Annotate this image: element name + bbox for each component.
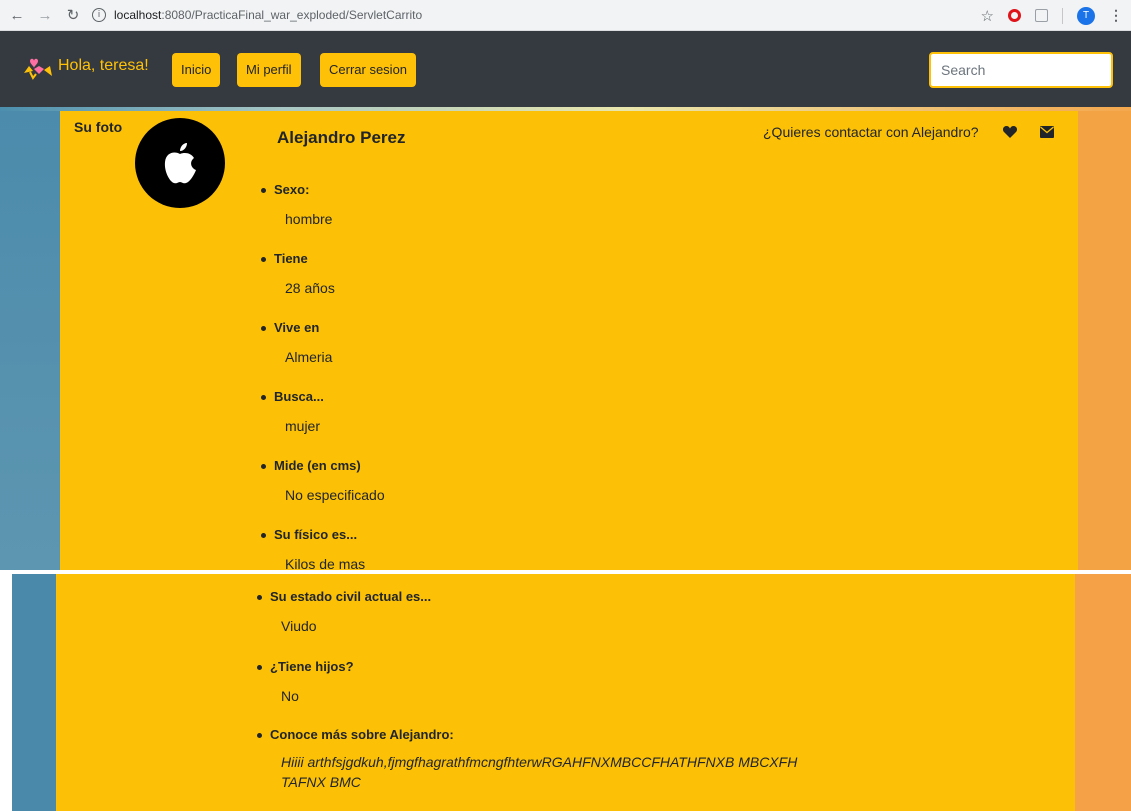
brand-logo bbox=[24, 58, 52, 80]
field-title: Conoce más sobre Alejandro: bbox=[257, 727, 801, 742]
field-value: Kilos de mas bbox=[285, 556, 366, 572]
field-ubicacion: Vive en Almeria bbox=[261, 320, 332, 365]
apple-icon bbox=[164, 143, 196, 184]
field-value: No especificado bbox=[285, 487, 385, 503]
reload-icon[interactable]: ↻ bbox=[62, 6, 84, 24]
side-gradient-left bbox=[0, 111, 60, 570]
toolbar-separator bbox=[1062, 7, 1063, 24]
field-hijos: ¿Tiene hijos? No bbox=[257, 659, 354, 704]
brand[interactable]: Hola, teresa! bbox=[20, 48, 149, 84]
star-icon[interactable]: ☆ bbox=[981, 7, 994, 25]
back-icon[interactable]: ← bbox=[6, 7, 28, 24]
heart-icon[interactable] bbox=[1002, 124, 1018, 140]
field-title: Sexo: bbox=[261, 182, 332, 197]
address-bar[interactable]: i localhost:8080/PracticaFinal_war_explo… bbox=[92, 3, 932, 27]
url-host: localhost bbox=[114, 8, 162, 22]
inicio-button[interactable]: Inicio bbox=[172, 53, 221, 87]
field-title: Mide (en cms) bbox=[261, 458, 385, 473]
field-value: hombre bbox=[285, 211, 333, 227]
side-gradient-right bbox=[1078, 111, 1131, 570]
field-title: Su físico es... bbox=[261, 527, 365, 542]
field-value: No bbox=[281, 688, 299, 704]
mi-perfil-button[interactable]: Mi perfil bbox=[237, 53, 301, 87]
field-title: Tiene bbox=[261, 251, 335, 266]
info-icon[interactable]: i bbox=[92, 8, 106, 22]
browser-actions: ☆ T ⋮ bbox=[981, 0, 1123, 31]
profile-name: Alejandro Perez bbox=[277, 128, 406, 147]
field-title: ¿Tiene hijos? bbox=[257, 659, 354, 674]
browser-toolbar: ← → ↻ i localhost:8080/PracticaFinal_war… bbox=[0, 0, 1131, 31]
field-value: Almeria bbox=[285, 349, 333, 365]
menu-icon[interactable]: ⋮ bbox=[1109, 7, 1123, 24]
forward-icon[interactable]: → bbox=[34, 7, 56, 24]
navbar: Hola, teresa! Inicio Mi perfil Cerrar se… bbox=[0, 31, 1131, 107]
profile-photo bbox=[135, 118, 225, 208]
greeting: Hola, teresa! bbox=[58, 57, 149, 74]
search-input[interactable] bbox=[929, 52, 1113, 88]
field-altura: Mide (en cms) No especificado bbox=[261, 458, 385, 503]
field-sexo: Sexo: hombre bbox=[261, 182, 332, 227]
side-gradient-right-lower bbox=[1075, 574, 1131, 811]
field-fisico: Su físico es... Kilos de mas bbox=[261, 527, 365, 572]
field-value: 28 años bbox=[285, 280, 335, 296]
field-value: mujer bbox=[285, 418, 321, 434]
profile-avatar[interactable]: T bbox=[1077, 6, 1095, 25]
url-path: :8080/PracticaFinal_war_exploded/Servlet… bbox=[161, 8, 423, 22]
field-title: Su estado civil actual es... bbox=[257, 589, 431, 604]
field-title: Vive en bbox=[261, 320, 332, 335]
photo-label: Su foto bbox=[74, 119, 123, 135]
opera-icon[interactable] bbox=[1008, 9, 1021, 22]
field-value: Viudo bbox=[281, 618, 317, 634]
field-about: Conoce más sobre Alejandro: Hiiii arthfs… bbox=[257, 727, 801, 792]
cerrar-sesion-button[interactable]: Cerrar sesion bbox=[320, 53, 417, 87]
field-estado-civil: Su estado civil actual es... Viudo bbox=[257, 589, 431, 634]
field-edad: Tiene 28 años bbox=[261, 251, 335, 296]
about-text: Hiiii arthfsjgdkuh,fjmgfhagrathfmcngfhte… bbox=[281, 754, 798, 790]
mail-icon[interactable] bbox=[1040, 126, 1054, 138]
field-busca: Busca... mujer bbox=[261, 389, 324, 434]
extension-icon[interactable] bbox=[1035, 9, 1048, 22]
field-title: Busca... bbox=[261, 389, 324, 404]
contact-prompt: ¿Quieres contactar con Alejandro? bbox=[763, 124, 979, 140]
side-gradient-left-lower bbox=[12, 574, 56, 811]
